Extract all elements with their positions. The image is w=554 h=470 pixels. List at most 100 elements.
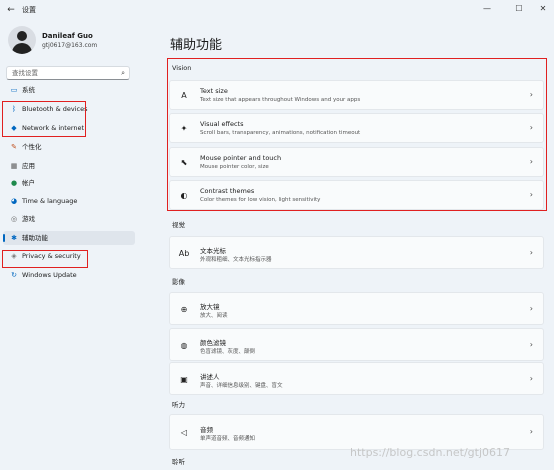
magnifier-icon: ⊕ (180, 304, 188, 314)
monitor-icon: ▭ (10, 86, 18, 94)
sidebar-item-6[interactable]: ● 帐户 (3, 176, 135, 190)
search-input[interactable]: 查找设置 ⌕ (6, 66, 130, 80)
contrast-icon: ◐ (180, 191, 188, 200)
chevron-right-icon: › (529, 190, 533, 199)
search-icon: ⌕ (121, 69, 125, 77)
bluetooth-icon: ᛒ (11, 105, 17, 113)
text-size-icon: A (181, 91, 187, 100)
minimize-button[interactable]: — (478, 2, 496, 16)
sidebar-item-label: Time & language (22, 197, 78, 205)
settings-card[interactable]: Ab 文本光标 外观和粗细、文本光标指示器 › (169, 236, 544, 269)
settings-card[interactable]: ▣ 讲述人 声音、详细信息级别、键盘、盲文 › (169, 362, 544, 395)
title-bar: ← 设置 — ☐ ✕ (0, 0, 554, 20)
sidebar-item-label: 游戏 (22, 215, 35, 223)
sidebar-item-3[interactable]: ◆ Network & internet (3, 121, 135, 135)
settings-card[interactable]: A Text size Text size that appears through… (169, 80, 544, 110)
shield-icon: ◈ (11, 252, 17, 260)
sidebar-item-1[interactable]: ▭ 系统 (3, 83, 135, 97)
sparkle-icon: ✦ (180, 124, 188, 133)
settings-card[interactable]: ◁ 音频单声道音频、音频通知 › (169, 414, 544, 450)
text-cursor-icon: Ab (178, 248, 190, 258)
chevron-right-icon: › (529, 427, 533, 436)
narrator-icon: ▣ (180, 374, 188, 384)
chevron-right-icon: › (529, 157, 533, 166)
chevron-right-icon: › (529, 123, 533, 132)
gamepad-icon: ◎ (10, 215, 18, 223)
active-indicator (3, 234, 5, 242)
chevron-right-icon: › (529, 373, 533, 383)
wifi-icon: ◆ (11, 124, 17, 132)
apps-icon: ▦ (10, 162, 18, 170)
search-placeholder: 查找设置 (12, 69, 38, 77)
maximize-button[interactable]: ☐ (510, 2, 528, 16)
sidebar-item-label: Privacy & security (22, 252, 81, 260)
sidebar-item-label: Network & internet (22, 124, 85, 132)
section-title: Vision (172, 64, 192, 72)
sidebar-item-7[interactable]: ◕ Time & language (3, 194, 135, 208)
card-subtitle: Mouse pointer color, size (200, 164, 269, 170)
close-button[interactable]: ✕ (534, 2, 552, 16)
card-subtitle: Text size that appears throughout Window… (200, 97, 361, 103)
card-subtitle: Scroll bars, transparency, animations, n… (200, 130, 361, 136)
card-title: Mouse pointer and touch (200, 154, 282, 162)
card-subtitle: 声音、详细信息级别、键盘、盲文 (200, 382, 283, 389)
avatar (8, 26, 36, 54)
sidebar-item-10[interactable]: ◈ Privacy & security (3, 249, 135, 263)
section-title: 聆听 (172, 458, 185, 466)
card-title: 颜色滤镜 (200, 338, 226, 347)
section-title: 影像 (172, 278, 185, 286)
chevron-right-icon: › (529, 339, 533, 349)
card-subtitle: 放大、阅读 (200, 312, 228, 319)
section-title: 视觉 (172, 221, 185, 229)
person-icon: ● (10, 179, 18, 187)
settings-card[interactable]: ✦ Visual effects Scroll bars, transparency… (169, 113, 544, 143)
pen-icon: ✎ (11, 143, 17, 151)
card-subtitle: 单声道音频、音频通知 (200, 436, 256, 442)
sidebar-item-label: 应用 (22, 162, 35, 170)
sidebar-item-label: Windows Update (22, 271, 77, 279)
settings-card[interactable]: ⊕ 放大镜 放大、阅读 › (169, 292, 544, 325)
update-icon: ↻ (11, 271, 17, 279)
sidebar-item-label: 辅助功能 (22, 234, 48, 242)
card-title: 音频 (200, 426, 213, 434)
card-title: Contrast themes (200, 187, 255, 195)
settings-card[interactable]: ◐ Contrast themes Color themes for low vis… (169, 180, 544, 210)
user-name: Danileaf Guo (42, 32, 93, 40)
avatar-head (17, 31, 27, 41)
settings-card[interactable]: ◍ 颜色滤镜 色盲滤镜、灰度、颠倒 › (169, 328, 544, 361)
chevron-right-icon: › (529, 90, 533, 99)
pointer-icon: ⬉ (180, 158, 188, 167)
sidebar-item-4[interactable]: ✎ 个性化 (3, 140, 135, 154)
sidebar-item-label: 个性化 (22, 143, 42, 151)
app-title: 设置 (22, 6, 36, 14)
watermark: https://blog.csdn.net/gtj0617 (350, 446, 511, 459)
color-filter-icon: ◍ (180, 340, 188, 350)
card-subtitle: 外观和粗细、文本光标指示器 (200, 256, 272, 263)
back-arrow-icon[interactable]: ← (5, 4, 17, 16)
sidebar-item-label: 系统 (22, 86, 35, 94)
card-title: Visual effects (200, 120, 244, 128)
chevron-right-icon: › (529, 303, 533, 313)
sidebar-item-5[interactable]: ▦ 应用 (3, 159, 135, 173)
sidebar-item-label: Bluetooth & devices (22, 105, 88, 113)
sidebar-item-9[interactable]: ✱ 辅助功能 (3, 231, 135, 245)
sidebar-item-2[interactable]: ᛒ Bluetooth & devices (3, 102, 135, 116)
card-subtitle: 色盲滤镜、灰度、颠倒 (200, 348, 256, 355)
user-profile[interactable]: Danileaf Guo gtj0617@163.com (8, 26, 148, 54)
user-email: gtj0617@163.com (42, 42, 98, 49)
card-title: 文本光标 (200, 246, 226, 255)
speaker-icon: ◁ (180, 428, 188, 437)
card-title: 讲述人 (200, 372, 220, 381)
page-title: 辅助功能 (170, 38, 223, 53)
sidebar-item-8[interactable]: ◎ 游戏 (3, 212, 135, 226)
section-title: 听力 (172, 401, 185, 409)
sidebar-item-label: 帐户 (22, 179, 35, 187)
card-subtitle: Color themes for low vision, light sensi… (200, 197, 321, 203)
sidebar-item-11[interactable]: ↻ Windows Update (3, 268, 135, 282)
avatar-body (12, 43, 32, 54)
chevron-right-icon: › (529, 247, 533, 257)
settings-card[interactable]: ⬉ Mouse pointer and touch Mouse pointer co… (169, 147, 544, 177)
accessibility-icon: ✱ (11, 234, 17, 242)
card-title: Text size (200, 87, 228, 95)
globe-icon: ◕ (10, 197, 18, 205)
